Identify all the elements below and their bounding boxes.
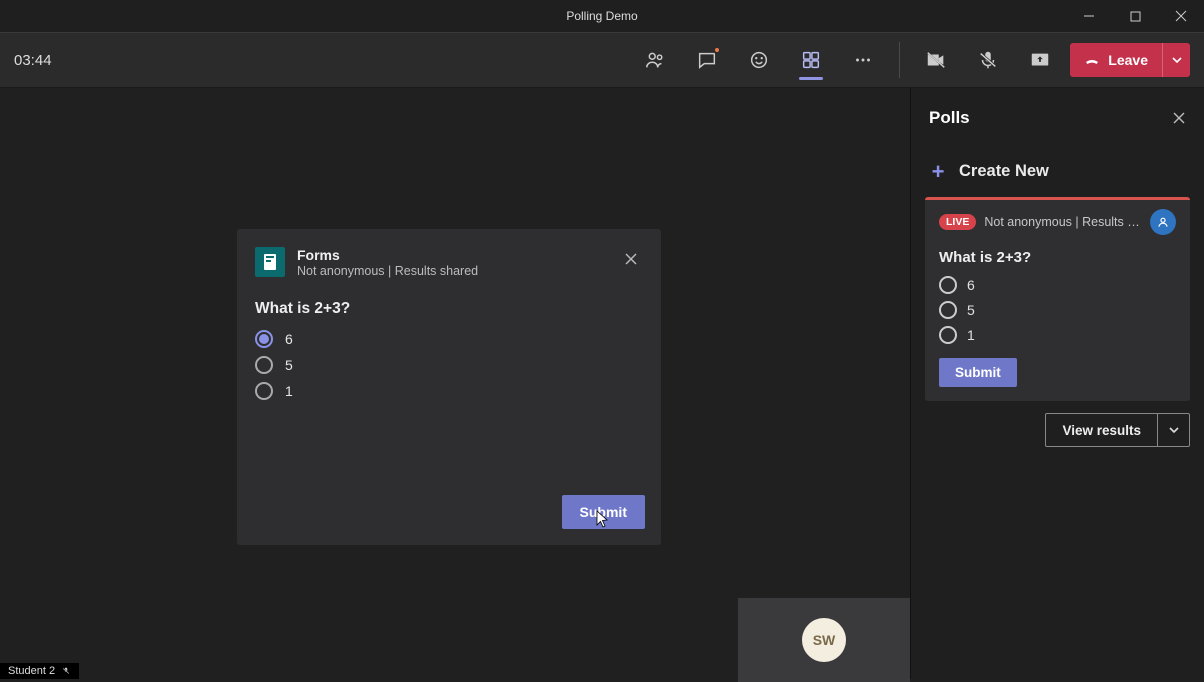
camera-off-icon: [925, 49, 947, 71]
forms-app-icon: [255, 247, 285, 277]
poll-option-label: 1: [285, 383, 293, 399]
poll-option-label: 1: [967, 327, 975, 343]
chevron-down-icon: [1169, 425, 1179, 435]
reactions-icon: [748, 49, 770, 71]
apps-button[interactable]: [789, 38, 833, 82]
window-title: Polling Demo: [566, 9, 637, 23]
submit-poll-button[interactable]: Submit: [562, 495, 645, 529]
poll-option[interactable]: 6: [255, 330, 643, 348]
minimize-icon: [1083, 10, 1095, 22]
mic-button[interactable]: [966, 38, 1010, 82]
camera-button[interactable]: [914, 38, 958, 82]
poll-card: LIVE Not anonymous | Results … What is 2…: [925, 197, 1190, 401]
poll-option-label: 5: [967, 302, 975, 318]
poll-option[interactable]: 1: [255, 382, 643, 400]
people-icon: [644, 49, 666, 71]
poll-app-name: Forms: [297, 247, 478, 263]
radio-icon: [255, 356, 273, 374]
person-icon: [1156, 215, 1170, 229]
ellipsis-icon: [852, 49, 874, 71]
view-results-button[interactable]: View results: [1045, 413, 1190, 447]
view-results-dropdown[interactable]: [1157, 414, 1189, 446]
divider: [899, 42, 900, 78]
participant-tile[interactable]: SW: [738, 598, 910, 682]
view-results-label: View results: [1046, 414, 1157, 446]
create-new-label: Create New: [959, 162, 1049, 181]
hangup-icon: [1084, 52, 1100, 68]
radio-icon: [255, 382, 273, 400]
leave-label: Leave: [1108, 52, 1148, 68]
poll-option-label: 5: [285, 357, 293, 373]
poll-option[interactable]: 5: [939, 301, 1176, 319]
chevron-down-icon: [1172, 55, 1182, 65]
local-participant-label: Student 2: [0, 663, 79, 679]
poll-option[interactable]: 5: [255, 356, 643, 374]
meeting-stage: Forms Not anonymous | Results shared Wha…: [0, 88, 1204, 679]
poll-card-meta: Not anonymous | Results …: [984, 215, 1139, 229]
window-controls: [1066, 0, 1204, 32]
mic-off-icon: [61, 666, 71, 676]
poll-options: 6 5 1: [255, 330, 643, 400]
poll-meta: Not anonymous | Results shared: [297, 264, 478, 278]
chat-button[interactable]: [685, 38, 729, 82]
leave-dropdown-button[interactable]: [1162, 43, 1190, 77]
minimize-button[interactable]: [1066, 0, 1112, 32]
polls-panel: Polls + Create New LIVE Not anonymous | …: [910, 88, 1204, 679]
leave-button[interactable]: Leave: [1070, 43, 1190, 77]
more-actions-button[interactable]: [841, 38, 885, 82]
poll-card-question: What is 2+3?: [939, 249, 1176, 266]
poll-option-label: 6: [967, 277, 975, 293]
mic-off-icon: [977, 49, 999, 71]
radio-icon: [939, 301, 957, 319]
close-poll-button[interactable]: [619, 247, 643, 271]
close-icon: [624, 252, 638, 266]
poll-card-submit-button[interactable]: Submit: [939, 358, 1017, 387]
notification-dot-icon: [713, 46, 721, 54]
close-icon: [1172, 111, 1186, 125]
avatar: SW: [802, 618, 846, 662]
maximize-button[interactable]: [1112, 0, 1158, 32]
polls-panel-title: Polls: [929, 108, 970, 128]
poll-option-label: 6: [285, 331, 293, 347]
radio-icon: [939, 326, 957, 344]
share-screen-icon: [1029, 49, 1051, 71]
poll-question: What is 2+3?: [255, 300, 643, 318]
poll-option[interactable]: 6: [939, 276, 1176, 294]
radio-icon: [939, 276, 957, 294]
meeting-toolbar: 03:44 Leave: [0, 32, 1204, 88]
maximize-icon: [1130, 11, 1141, 22]
meeting-timer: 03:44: [14, 52, 52, 69]
poll-popup: Forms Not anonymous | Results shared Wha…: [237, 229, 661, 545]
radio-icon: [255, 330, 273, 348]
apps-icon: [800, 49, 822, 71]
close-polls-panel-button[interactable]: [1172, 111, 1186, 125]
live-indicator-bar: [925, 197, 1190, 200]
poll-card-options: 6 5 1: [939, 276, 1176, 344]
create-new-poll-button[interactable]: + Create New: [925, 150, 1190, 197]
reactions-button[interactable]: [737, 38, 781, 82]
active-indicator: [799, 77, 823, 80]
poll-owner-avatar: [1150, 209, 1176, 235]
participants-button[interactable]: [633, 38, 677, 82]
window-titlebar: Polling Demo: [0, 0, 1204, 32]
share-button[interactable]: [1018, 38, 1062, 82]
live-badge: LIVE: [939, 214, 976, 230]
poll-option[interactable]: 1: [939, 326, 1176, 344]
plus-icon: +: [929, 163, 947, 181]
local-participant-name: Student 2: [8, 665, 55, 677]
close-window-button[interactable]: [1158, 0, 1204, 32]
close-icon: [1175, 10, 1187, 22]
